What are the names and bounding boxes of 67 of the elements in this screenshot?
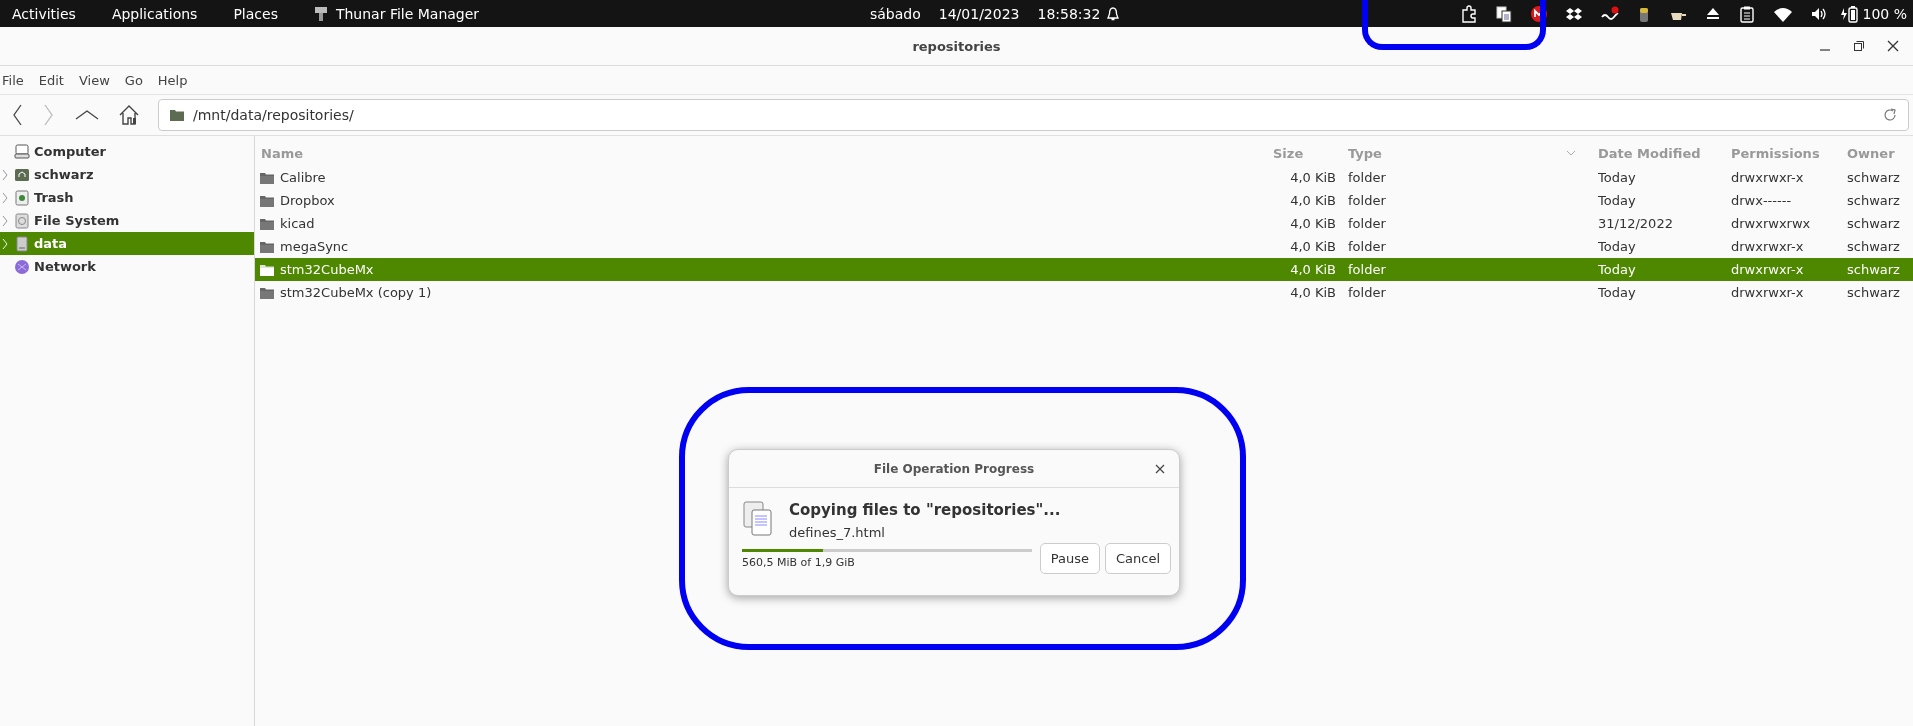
file-row[interactable]: Dropbox 4,0 KiB folder Today drwx------ schwarz [255, 189, 1913, 212]
file-row[interactable]: stm32CubeMx 4,0 KiB folder Today drwxrwxr-x schwarz [255, 258, 1913, 281]
table-cell: folder [1348, 216, 1386, 231]
table-cell: schwarz [1847, 262, 1900, 277]
file-row[interactable]: kicad 4,0 KiB folder 31/12/2022 drwxrwxrwx schwarz [255, 212, 1913, 235]
table-cell: 31/12/2022 [1598, 216, 1673, 231]
table-cell: stm32CubeMx (copy 1) [280, 285, 432, 300]
app-menu[interactable]: Thunar File Manager [305, 0, 488, 27]
table-cell: schwarz [1847, 216, 1900, 231]
menu-item[interactable]: Help [155, 72, 195, 88]
file-row[interactable]: Calibre 4,0 KiB folder Today drwxrwxr-x schwarz [255, 166, 1913, 189]
dialog-button[interactable]: Pause [1039, 543, 1100, 574]
battery-indicator[interactable]: 100 % [1839, 4, 1907, 23]
table-cell: folder [1348, 285, 1386, 300]
file-row[interactable]: stm32CubeMx (copy 1) 4,0 KiB folder Today drwxrwxr-x schwarz [255, 281, 1913, 304]
menu-item[interactable]: View [76, 72, 117, 88]
table-cell: 4,0 KiB [1290, 239, 1336, 254]
table-cell: 4,0 KiB [1290, 285, 1336, 300]
table-cell: 4,0 KiB [1290, 170, 1336, 185]
file-name: defines_7.html [789, 525, 886, 540]
panel-menu[interactable]: Activities [4, 0, 84, 27]
table-cell: folder [1348, 193, 1386, 208]
dialog-title: File Operation Progress [873, 461, 1035, 476]
sidebar-item[interactable]: data [0, 232, 254, 255]
file-row[interactable]: megaSync 4,0 KiB folder Today drwxrwxr-x schwarz [255, 235, 1913, 258]
sidebar-item[interactable]: schwarz [0, 163, 254, 186]
table-cell: drwxrwxr-x [1731, 239, 1804, 254]
table-cell: drwx------ [1731, 193, 1792, 208]
table-cell: Today [1598, 193, 1636, 208]
table-cell: Today [1598, 285, 1636, 300]
sidebar-item[interactable]: Computer [0, 140, 254, 163]
table-cell: drwxrwxr-x [1731, 285, 1804, 300]
dialog-heading: Copying files to "repositories"... [789, 501, 1061, 519]
table-cell: 4,0 KiB [1290, 193, 1336, 208]
table-cell: Calibre [280, 170, 326, 185]
table-cell: Today [1598, 239, 1636, 254]
location-field[interactable]: /mnt/data/repositories/ [158, 99, 1909, 131]
clock[interactable]: sábado 14/01/2023 18:58:32 [870, 0, 1121, 27]
table-cell: schwarz [1847, 193, 1900, 208]
table-cell: folder [1348, 262, 1386, 277]
table-cell: schwarz [1847, 239, 1900, 254]
panel-menu[interactable]: Applications [103, 0, 206, 27]
table-cell: Today [1598, 170, 1636, 185]
window-title: repositories [912, 38, 1001, 54]
table-cell: drwxrwxr-x [1731, 170, 1804, 185]
table-cell: schwarz [1847, 170, 1900, 185]
sidebar-item[interactable]: File System [0, 209, 254, 232]
sidebar-item[interactable]: Trash [0, 186, 254, 209]
menu-item[interactable]: Edit [36, 72, 71, 88]
table-cell: folder [1348, 239, 1386, 254]
table-cell: 4,0 KiB [1290, 216, 1336, 231]
table-cell: schwarz [1847, 285, 1900, 300]
table-cell: megaSync [280, 239, 349, 254]
table-cell: 4,0 KiB [1290, 262, 1336, 277]
menu-item[interactable]: File [0, 72, 31, 88]
table-cell: folder [1348, 170, 1386, 185]
table-cell: drwxrwxr-x [1731, 262, 1804, 277]
sidebar-item[interactable]: Network [0, 255, 254, 278]
table-cell: Today [1598, 262, 1636, 277]
table-cell: drwxrwxrwx [1731, 216, 1811, 231]
panel-menu[interactable]: Places [225, 0, 286, 27]
progress-text: 560,5 MiB of 1,9 GiB [742, 555, 856, 569]
table-cell: stm32CubeMx [280, 262, 374, 277]
menu-item[interactable]: Go [122, 72, 150, 88]
dialog-button[interactable]: Cancel [1104, 543, 1171, 574]
table-cell: Dropbox [280, 193, 335, 208]
table-cell: kicad [280, 216, 315, 231]
